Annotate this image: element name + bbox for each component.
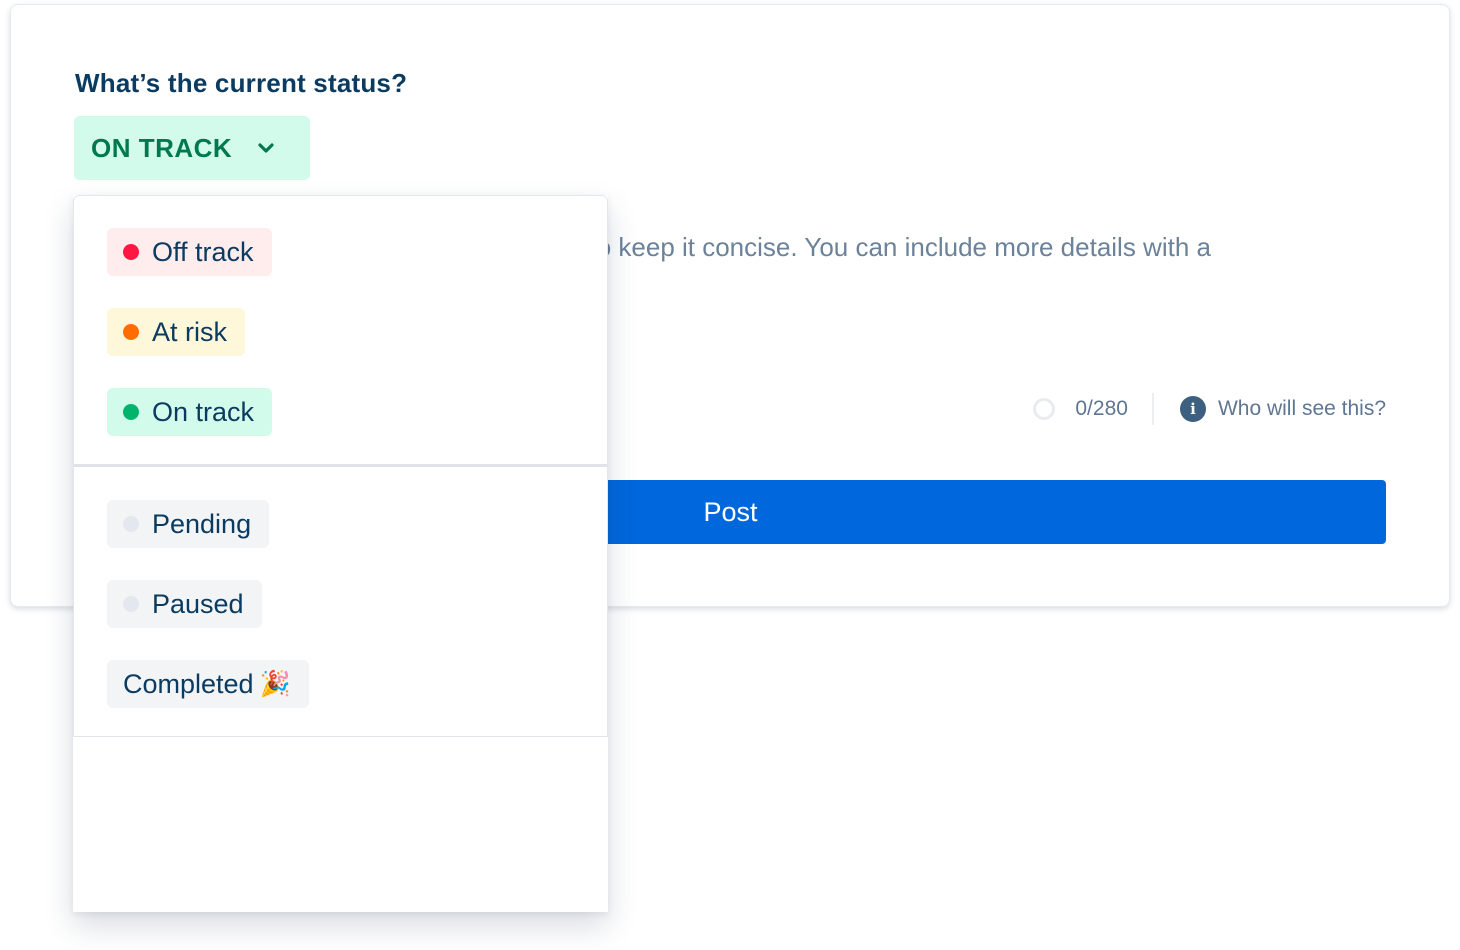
status-option-on-track[interactable]: On track xyxy=(107,388,273,436)
status-option-paused[interactable]: Paused xyxy=(107,580,262,628)
status-dropdown-toggle[interactable]: ON TRACK xyxy=(74,116,310,180)
info-icon: i xyxy=(1179,396,1206,422)
party-popper-icon: 🎉 xyxy=(259,669,291,698)
character-counter: 0/280 xyxy=(1075,397,1128,420)
option-label: Paused xyxy=(152,588,244,619)
divider xyxy=(1151,393,1154,425)
status-option-at-risk[interactable]: At risk xyxy=(107,308,246,356)
option-label: On track xyxy=(152,396,255,427)
gray-dot-icon xyxy=(123,596,139,612)
status-option-off-track[interactable]: Off track xyxy=(107,228,272,276)
who-will-see-this-link[interactable]: Who will see this? xyxy=(1218,397,1386,421)
status-question: What’s the current status? xyxy=(75,68,408,98)
option-label: At risk xyxy=(152,316,228,347)
selected-status-label: ON TRACK xyxy=(91,132,233,163)
option-label: Completed xyxy=(123,668,254,699)
character-progress-ring xyxy=(1033,398,1056,420)
composer-footer: 0/280 i Who will see this? xyxy=(1033,393,1386,425)
status-option-completed[interactable]: Completed 🎉 xyxy=(107,660,309,708)
chevron-down-icon xyxy=(258,142,274,154)
orange-dot-icon xyxy=(123,324,139,340)
status-options-menu: Off track At risk On track Pending Pause… xyxy=(73,195,608,737)
green-dot-icon xyxy=(123,404,139,420)
red-dot-icon xyxy=(123,244,139,260)
primary-status-group: Off track At risk On track xyxy=(74,196,607,465)
gray-dot-icon xyxy=(123,516,139,532)
option-label: Pending xyxy=(152,508,252,539)
status-option-pending[interactable]: Pending xyxy=(107,500,270,548)
menu-divider xyxy=(74,464,607,467)
option-label: Off track xyxy=(152,236,254,267)
